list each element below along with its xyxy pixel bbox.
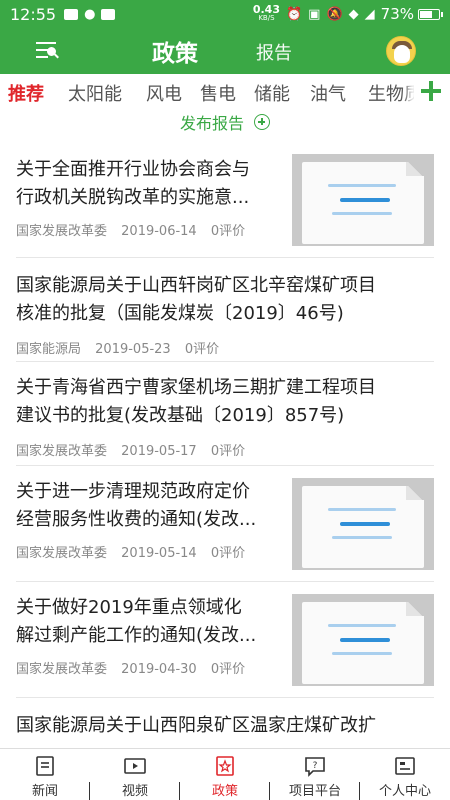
list-item[interactable]: 关于青海省西宁曹家堡机场三期扩建工程项目 建议书的批复(发改基础〔2019〕85…: [0, 362, 450, 466]
avatar[interactable]: [386, 36, 416, 66]
article-comments: 0评价: [184, 342, 220, 357]
category-storage[interactable]: 储能: [254, 80, 290, 106]
article-date: 2019-05-17: [121, 444, 197, 459]
alarm-icon: ⏰: [285, 6, 303, 22]
article-title: 关于进一步清理规范政府定价 经营服务性收费的通知(发改...: [16, 481, 257, 530]
article-meta: 国家发展改革委 2019-04-30 0评价: [16, 658, 255, 677]
nav-news[interactable]: 新闻: [0, 749, 90, 800]
category-wind[interactable]: 风电: [146, 80, 182, 106]
mail-notification-icon: [64, 8, 79, 20]
bottom-nav: 新闻 视频 政策 ? 项目平台 个人中心: [0, 748, 450, 800]
document-thumbnail: [292, 154, 434, 246]
article-meta: 国家发展改革委 2019-05-14 0评价: [16, 542, 255, 561]
document-thumbnail: [292, 478, 434, 570]
network-speed: 0.43 KB/S: [252, 3, 280, 22]
article-comments: 0评价: [210, 224, 246, 239]
article-date: 2019-04-30: [121, 662, 197, 677]
publish-report-label: 发布报告: [179, 114, 244, 133]
signal-icon: ◢: [364, 6, 375, 22]
battery-percent: 73%: [380, 5, 414, 23]
article-title: 关于青海省西宁曹家堡机场三期扩建工程项目 建议书的批复(发改基础〔2019〕85…: [16, 377, 376, 426]
tab-report[interactable]: 报告: [256, 39, 292, 65]
category-bar: 推荐 太阳能 风电 售电 储能 油气 生物质: [0, 74, 450, 108]
article-title: 关于全面推开行业协会商会与 行政机关脱钩改革的实施意...: [16, 159, 250, 208]
plus-circle-icon: [254, 114, 271, 130]
menu-search-icon[interactable]: [36, 40, 59, 62]
project-icon: ?: [305, 757, 325, 777]
article-comments: 0评价: [210, 444, 246, 459]
article-title: 关于做好2019年重点领域化 解过剩产能工作的通知(发改...: [16, 597, 257, 646]
publish-report-button[interactable]: 发布报告: [0, 110, 450, 136]
article-meta: 国家能源局 2019-05-23 0评价: [16, 338, 229, 357]
status-bar: 12:55 ● 0.43 KB/S ⏰ ▣ 🔕 ◆ ◢ 73%: [0, 0, 450, 28]
article-title: 国家能源局关于山西阳泉矿区温家庄煤矿改扩: [16, 715, 376, 736]
nav-profile[interactable]: 个人中心: [360, 749, 450, 800]
policy-icon: [216, 756, 234, 776]
tab-policy[interactable]: 政策: [152, 34, 198, 68]
article-comments: 0评价: [210, 546, 246, 561]
status-time: 12:55: [10, 4, 57, 24]
category-electricity-sales[interactable]: 售电: [200, 80, 236, 106]
add-category-icon[interactable]: [414, 74, 450, 108]
article-meta: 国家发展改革委 2019-06-14 0评价: [16, 220, 255, 239]
document-thumbnail: [292, 594, 434, 686]
article-comments: 0评价: [210, 662, 246, 677]
profile-icon: [395, 757, 415, 775]
article-date: 2019-06-14: [121, 224, 197, 239]
category-solar[interactable]: 太阳能: [68, 80, 122, 106]
article-source: 国家发展改革委: [16, 662, 108, 677]
list-item[interactable]: 关于进一步清理规范政府定价 经营服务性收费的通知(发改... 国家发展改革委 2…: [0, 466, 450, 582]
article-title: 国家能源局关于山西轩岗矿区北辛窑煤矿项目 核准的批复（国能发煤炭〔2019〕46…: [16, 275, 376, 324]
silent-icon: 🔕: [326, 6, 343, 22]
nav-project-platform[interactable]: ? 项目平台: [270, 749, 360, 800]
list-item[interactable]: 国家能源局关于山西阳泉矿区温家庄煤矿改扩: [0, 698, 450, 748]
svg-text:?: ?: [313, 761, 318, 771]
nfc-icon: ▣: [308, 6, 321, 22]
category-recommend[interactable]: 推荐: [8, 80, 44, 106]
video-icon: [124, 758, 146, 774]
list-item[interactable]: 国家能源局关于山西轩岗矿区北辛窑煤矿项目 核准的批复（国能发煤炭〔2019〕46…: [0, 258, 450, 362]
news-icon: [36, 756, 54, 776]
article-date: 2019-05-14: [121, 546, 197, 561]
article-meta: 国家发展改革委 2019-05-17 0评价: [16, 440, 255, 459]
nav-policy[interactable]: 政策: [180, 749, 270, 800]
battery-icon: [418, 8, 443, 20]
article-source: 国家能源局: [16, 342, 82, 357]
app-notification-icon: ●: [84, 6, 96, 22]
wifi-icon: ◆: [348, 6, 359, 22]
list-item[interactable]: 关于全面推开行业协会商会与 行政机关脱钩改革的实施意... 国家发展改革委 20…: [0, 140, 450, 258]
image-notification-icon: [101, 8, 116, 20]
app-header: 政策 报告: [0, 28, 450, 74]
list-item[interactable]: 关于做好2019年重点领域化 解过剩产能工作的通知(发改... 国家发展改革委 …: [0, 582, 450, 698]
article-source: 国家发展改革委: [16, 546, 108, 561]
nav-video[interactable]: 视频: [90, 749, 180, 800]
article-source: 国家发展改革委: [16, 224, 108, 239]
article-source: 国家发展改革委: [16, 444, 108, 459]
category-oil-gas[interactable]: 油气: [310, 80, 346, 106]
article-date: 2019-05-23: [95, 342, 171, 357]
